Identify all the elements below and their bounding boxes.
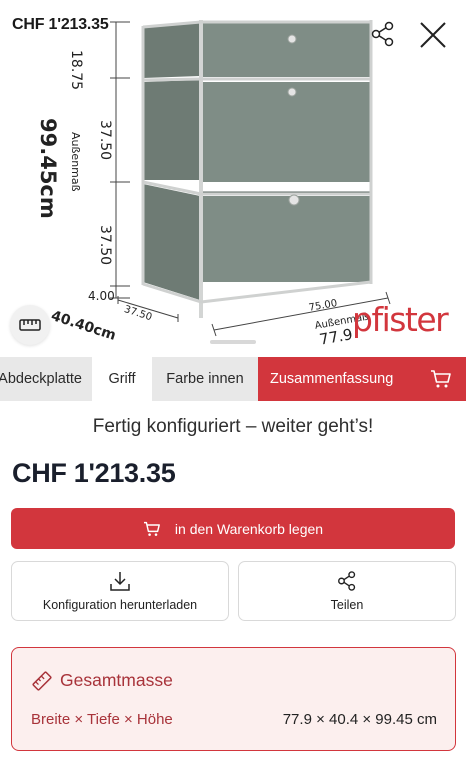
measure-toggle-button[interactable]: [10, 305, 50, 345]
download-icon: [110, 572, 130, 591]
tab-label: Abdeckplatte: [0, 371, 82, 387]
download-label: Konfiguration herunterladen: [42, 598, 198, 612]
ruler-icon: [32, 670, 52, 691]
tab-label: Zusammenfassung: [270, 371, 394, 387]
tab-griff[interactable]: Griff: [92, 357, 152, 401]
tab-label: Griff: [108, 371, 136, 387]
cart-icon: [431, 370, 451, 388]
share-label: Teilen: [330, 598, 364, 612]
ruler-icon: [19, 319, 41, 331]
tab-farbe-innen[interactable]: Farbe innen: [152, 357, 258, 401]
viewer-price: CHF 1'213.35: [12, 16, 109, 33]
dim-middle-drawer: 37.50: [97, 120, 113, 161]
overall-dimensions-panel: Gesamtmasse Breite × Tiefe × Höhe 77.9 ×…: [11, 647, 456, 751]
dims-row: Breite × Tiefe × Höhe 77.9 × 40.4 × 99.4…: [31, 711, 437, 728]
share-button-top[interactable]: [369, 20, 397, 48]
config-tabs: Abdeckplatte Griff Farbe innen Zusammenf…: [0, 357, 466, 401]
tab-zusammenfassung[interactable]: Zusammenfassung: [258, 357, 466, 401]
total-price: CHF 1'213.35: [12, 458, 176, 488]
status-message: Fertig konfiguriert – weiter geht’s!: [92, 416, 374, 437]
add-to-cart-button[interactable]: in den Warenkorb legen: [11, 508, 455, 549]
brand-logo: pfister: [352, 300, 449, 339]
dims-value: 77.9 × 40.4 × 99.45 cm: [282, 711, 437, 728]
dim-height-total: 99.45cm: [36, 118, 60, 219]
tab-label: Farbe innen: [166, 371, 244, 387]
close-button[interactable]: [418, 20, 448, 50]
tab-abdeckplatte[interactable]: Abdeckplatte: [0, 357, 92, 401]
dim-bottom-drawer: 37.50: [97, 225, 113, 266]
sheet-drag-handle[interactable]: [210, 340, 256, 344]
add-to-cart-label: in den Warenkorb legen: [174, 520, 324, 537]
dim-top-drawer: 18.75: [68, 50, 84, 91]
cart-icon: [143, 521, 160, 536]
share-icon: [338, 571, 356, 591]
dim-base: 4.00: [88, 289, 115, 303]
share-button[interactable]: Teilen: [238, 561, 456, 621]
dims-title: Gesamtmasse: [60, 670, 173, 690]
close-icon: [420, 22, 446, 48]
product-viewer[interactable]: 18.75 37.50 37.50 4.00 Außenmaß 99.45cm …: [0, 0, 466, 356]
download-config-button[interactable]: Konfiguration herunterladen: [11, 561, 229, 621]
share-icon: [371, 21, 394, 47]
dim-outer-label: Außenmaß: [69, 132, 82, 192]
dims-label: Breite × Tiefe × Höhe: [31, 711, 173, 728]
dims-header: Gesamtmasse: [32, 670, 173, 691]
